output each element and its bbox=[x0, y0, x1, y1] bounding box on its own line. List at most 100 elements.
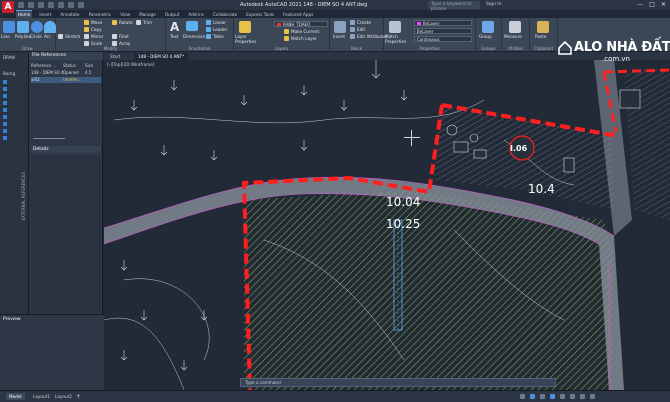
palette-tool-icon[interactable] bbox=[3, 136, 7, 140]
customization-menu-icon[interactable] bbox=[590, 394, 595, 399]
undo-icon[interactable] bbox=[68, 2, 74, 8]
layer-properties-icon[interactable] bbox=[239, 21, 251, 33]
polyline-icon[interactable] bbox=[17, 21, 29, 33]
command-line-input[interactable]: Type a command bbox=[240, 378, 556, 387]
lineweight-toggle-icon[interactable] bbox=[570, 394, 575, 399]
column-status[interactable]: Status bbox=[63, 63, 85, 69]
paste-button[interactable]: Paste bbox=[535, 34, 546, 39]
new-icon[interactable] bbox=[18, 2, 24, 8]
tab-manage[interactable]: Manage bbox=[137, 11, 158, 18]
mirror-button[interactable]: Mirror bbox=[84, 34, 103, 39]
snap-toggle-icon[interactable] bbox=[530, 394, 535, 399]
preview-title[interactable]: Preview bbox=[3, 317, 21, 322]
add-layout-icon[interactable]: + bbox=[76, 393, 81, 400]
line-icon[interactable] bbox=[3, 21, 15, 33]
circle-button[interactable]: Circle bbox=[30, 34, 42, 39]
linear-dim-button[interactable]: Linear bbox=[206, 20, 226, 25]
tab-add-ins[interactable]: Add-ins bbox=[186, 11, 206, 18]
lineweight-dropdown[interactable]: ByLayer bbox=[414, 28, 472, 34]
palette-tool-icon[interactable] bbox=[3, 101, 7, 105]
palette-tool-icon[interactable] bbox=[3, 80, 7, 84]
drawing-canvas[interactable]: [-][Top][2D Wireframe] I.06 10.4 10.04 1… bbox=[104, 60, 670, 390]
tab-model[interactable]: Model bbox=[6, 393, 25, 400]
insert-button[interactable]: Insert bbox=[333, 34, 345, 39]
dimension-icon[interactable] bbox=[186, 21, 198, 31]
layer-properties-button[interactable]: Layer Properties bbox=[235, 34, 257, 44]
redo-icon[interactable] bbox=[78, 2, 84, 8]
palette-tool-icon[interactable] bbox=[3, 108, 7, 112]
stretch-button[interactable]: Stretch bbox=[58, 34, 80, 39]
groups-panel-label[interactable]: Groups bbox=[476, 46, 501, 51]
table-button[interactable]: Table bbox=[206, 34, 224, 39]
palette-tool-icon[interactable] bbox=[3, 129, 7, 133]
paste-icon[interactable] bbox=[537, 21, 549, 33]
open-icon[interactable] bbox=[28, 2, 34, 8]
palette-tool-icon[interactable] bbox=[3, 115, 7, 119]
background-palette-label[interactable]: Backg bbox=[3, 71, 15, 76]
osnap-toggle-icon[interactable] bbox=[560, 394, 565, 399]
text-icon[interactable]: A bbox=[170, 20, 182, 34]
create-block-button[interactable]: Create bbox=[350, 20, 371, 25]
arc-button[interactable]: Arc bbox=[44, 34, 51, 39]
annotation-panel-label[interactable]: Annotation bbox=[166, 46, 233, 51]
palette-tool-icon[interactable] bbox=[3, 122, 7, 126]
circle-icon[interactable] bbox=[31, 21, 43, 33]
tab-parametric[interactable]: Parametric bbox=[87, 11, 114, 18]
palette-tool-icon[interactable] bbox=[3, 87, 7, 91]
arc-icon[interactable] bbox=[44, 21, 56, 33]
tab-output[interactable]: Output bbox=[163, 11, 182, 18]
linetype-dropdown[interactable]: Continuous bbox=[414, 36, 472, 42]
measure-icon[interactable] bbox=[509, 21, 521, 33]
properties-panel-label[interactable]: Properties bbox=[384, 46, 475, 51]
draw-palette-label[interactable]: DRAW bbox=[3, 55, 15, 60]
match-properties-icon[interactable] bbox=[389, 21, 401, 33]
tab-layout2[interactable]: Layout2 bbox=[52, 393, 75, 400]
tab-collaborate[interactable]: Collaborate bbox=[211, 11, 239, 18]
workspace-gear-icon[interactable] bbox=[580, 394, 585, 399]
move-button[interactable]: Move bbox=[84, 20, 102, 25]
autocad-logo[interactable]: A bbox=[2, 1, 14, 13]
edit-block-button[interactable]: Edit bbox=[350, 27, 365, 32]
make-current-button[interactable]: Make Current bbox=[284, 29, 319, 34]
clipboard-panel-label[interactable]: Clipboard bbox=[530, 46, 557, 51]
dimension-button[interactable]: Dimension bbox=[183, 34, 205, 39]
details-header[interactable]: Details bbox=[31, 146, 101, 153]
copy-button[interactable]: Copy bbox=[84, 27, 102, 32]
tab-insert[interactable]: Insert bbox=[37, 11, 53, 18]
grid-toggle-icon[interactable] bbox=[520, 394, 525, 399]
save-as-icon[interactable] bbox=[48, 2, 54, 8]
measure-button[interactable]: Measure bbox=[504, 34, 522, 39]
save-icon[interactable] bbox=[38, 2, 44, 8]
rotate-button[interactable]: Rotate bbox=[112, 20, 133, 25]
text-button[interactable]: Text bbox=[170, 34, 178, 39]
edit-attributes-button[interactable]: Edit Attributes bbox=[350, 34, 387, 39]
tab-home[interactable]: Home bbox=[16, 10, 33, 18]
tab-featured-apps[interactable]: Featured Apps bbox=[281, 11, 315, 18]
modify-panel-label[interactable]: Modify bbox=[56, 46, 165, 51]
sign-in-button[interactable]: Sign In bbox=[486, 2, 501, 7]
block-panel-label[interactable]: Block bbox=[330, 46, 383, 51]
tab-view[interactable]: View bbox=[118, 11, 132, 18]
tab-drawing[interactable]: 148 - DIEM SO 4 ANT* bbox=[134, 53, 189, 60]
group-button[interactable]: Group bbox=[479, 34, 492, 39]
maximize-icon[interactable]: □ bbox=[649, 1, 655, 8]
ortho-toggle-icon[interactable] bbox=[540, 394, 545, 399]
search-input[interactable]: Type a keyword or phrase bbox=[428, 1, 480, 12]
tab-layout1[interactable]: Layout1 bbox=[30, 393, 53, 400]
tab-start[interactable]: Start bbox=[106, 53, 124, 60]
print-icon[interactable] bbox=[58, 2, 64, 8]
match-properties-button[interactable]: Match Properties bbox=[385, 34, 409, 44]
xref-row[interactable]: ai02 Unrefer... bbox=[31, 77, 101, 83]
tab-annotate[interactable]: Annotate bbox=[58, 11, 81, 18]
viewport-controls[interactable]: [-][Top][2D Wireframe] bbox=[107, 62, 154, 67]
line-button[interactable]: Line bbox=[1, 34, 10, 39]
insert-block-icon[interactable] bbox=[334, 21, 346, 33]
palette-tool-icon[interactable] bbox=[3, 94, 7, 98]
compass-icon[interactable] bbox=[404, 130, 420, 146]
utilities-panel-label[interactable]: Utilities bbox=[502, 46, 529, 51]
polar-toggle-icon[interactable] bbox=[550, 394, 555, 399]
color-dropdown[interactable]: ByLayer bbox=[414, 20, 472, 26]
polyline-button[interactable]: Polyline bbox=[15, 34, 31, 39]
close-icon[interactable]: ✕ bbox=[661, 1, 666, 8]
leader-button[interactable]: Leader bbox=[206, 27, 227, 32]
